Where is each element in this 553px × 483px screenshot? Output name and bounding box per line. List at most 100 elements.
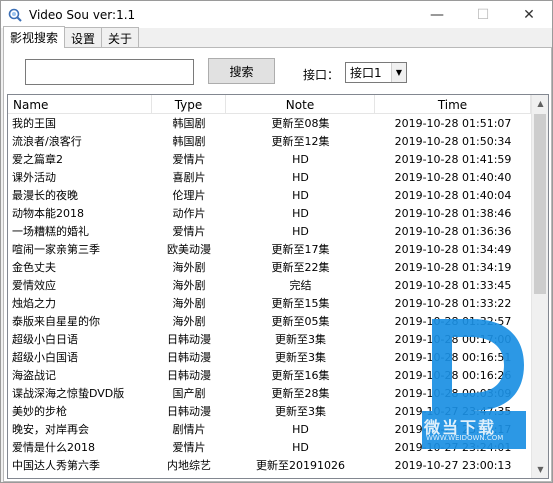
cell-type: 韩国剧 [172,135,206,148]
cell-type: 海外剧 [172,297,206,310]
cell-name: 课外活动 [12,171,56,184]
tab-video-search[interactable]: 影视搜索 [3,26,66,48]
cell-note: HD [292,206,309,220]
title-bar[interactable]: Video Sou ver:1.1 — ☐ ✕ [1,1,552,28]
cell-time: 2019-10-28 00:03:09 [394,386,512,400]
cell-note: 更新至28集 [271,387,330,400]
table-row[interactable]: 动物本能2018 动作片 HD 2019-10-28 01:38:46 [8,204,548,222]
cell-name: 泰版来自星星的你 [12,315,100,328]
cell-note: HD [292,170,309,184]
table-row[interactable]: 课外活动 喜剧片 HD 2019-10-28 01:40:40 [8,168,548,186]
table-row[interactable]: 烛焰之力 海外剧 更新至15集 2019-10-28 01:33:22 [8,294,548,312]
table-row[interactable]: 喧闹一家亲第三季 欧美动漫 更新至17集 2019-10-28 01:34:49 [8,240,548,258]
table-row[interactable]: 海盗战记 日韩动漫 更新至16集 2019-10-28 00:16:26 [8,366,548,384]
table-row[interactable]: 中国达人秀第六季 内地综艺 更新至20191026 2019-10-27 23:00:… [8,456,548,474]
cell-type: 日韩动漫 [167,405,211,418]
list-header: Name Type Note Time [8,95,548,114]
tab-settings[interactable]: 设置 [64,27,103,48]
table-row[interactable]: 爱情效应 海外剧 完结 2019-10-28 01:33:45 [8,276,548,294]
table-row[interactable]: 我的王国 韩国剧 更新至08集 2019-10-28 01:51:07 [8,114,548,132]
cell-note: 更新至15集 [271,297,330,310]
cell-type: 动作片 [172,207,206,220]
cell-note: 完结 [289,279,312,292]
cell-time: 2019-10-28 01:36:36 [394,224,512,238]
cell-name: 爱情效应 [12,279,56,292]
cell-type: 剧情片 [172,423,206,436]
cell-type: 爱情片 [172,225,206,238]
chevron-down-icon[interactable]: ▼ [391,63,406,82]
table-row[interactable]: 泰版来自星星的你 海外剧 更新至05集 2019-10-28 01:32:57 [8,312,548,330]
cell-note: HD [292,152,309,166]
cell-time: 2019-10-28 01:50:34 [394,134,512,148]
cell-type: 爱情片 [172,153,206,166]
cell-type: 海外剧 [172,261,206,274]
cell-note: 更新至12集 [271,135,330,148]
tab-about[interactable]: 关于 [101,27,140,48]
cell-name: 最漫长的夜晚 [12,189,78,202]
cell-type: 喜剧片 [172,171,206,184]
cell-note: 更新至16集 [271,369,330,382]
cell-type: 爱情片 [172,441,206,454]
cell-name: 海盗战记 [12,369,56,382]
table-row[interactable]: 超级小白国语 日韩动漫 更新至3集 2019-10-28 00:16:51 [8,348,548,366]
api-select-value: 接口1 [350,66,382,80]
table-row[interactable]: 流浪者/浪客行 韩国剧 更新至12集 2019-10-28 01:50:34 [8,132,548,150]
cell-time: 2019-10-28 01:51:07 [394,116,512,130]
vertical-scrollbar[interactable]: ▲ ▼ [531,95,548,478]
table-row[interactable]: 金色丈夫 海外剧 更新至22集 2019-10-28 01:34:19 [8,258,548,276]
cell-name: 美妙的步枪 [12,405,67,418]
column-header-name[interactable]: Name [8,95,152,114]
scroll-up-icon[interactable]: ▲ [532,95,548,112]
table-row[interactable]: 最漫长的夜晚 伦理片 HD 2019-10-28 01:40:04 [8,186,548,204]
cell-note: HD [292,422,309,436]
api-select[interactable]: 接口1 ▼ [345,62,407,83]
cell-name: 金色丈夫 [12,261,56,274]
scroll-down-icon[interactable]: ▼ [532,461,548,478]
cell-time: 2019-10-28 01:34:19 [394,260,512,274]
app-logo-icon [7,7,23,23]
app-window: Video Sou ver:1.1 — ☐ ✕ 影视搜索 设置 关于 搜索 接口… [0,0,553,483]
column-header-note[interactable]: Note [226,95,375,114]
table-row[interactable]: 一场糟糕的婚礼 爱情片 HD 2019-10-28 01:36:36 [8,222,548,240]
minimize-button[interactable]: — [414,1,460,28]
table-row[interactable]: 谍战深海之惊蛰DVD版 国产剧 更新至28集 2019-10-28 00:03:09 [8,384,548,402]
cell-name: 动物本能2018 [12,207,84,220]
cell-name: 喧闹一家亲第三季 [12,243,100,256]
search-button[interactable]: 搜索 [208,58,275,84]
cell-name: 中国达人秀第六季 [12,459,100,472]
cell-note: HD [292,224,309,238]
cell-name: 一场糟糕的婚礼 [12,225,89,238]
cell-time: 2019-10-28 01:41:59 [394,152,512,166]
cell-name: 烛焰之力 [12,297,56,310]
scrollbar-thumb[interactable] [534,114,546,294]
table-row[interactable]: 超级小白日语 日韩动漫 更新至3集 2019-10-28 00:17:00 [8,330,548,348]
cell-time: 2019-10-28 01:34:49 [394,242,512,256]
cell-note: 更新至08集 [271,117,330,130]
tab-strip: 影视搜索 设置 关于 [3,26,140,48]
cell-note: 更新至22集 [271,261,330,274]
api-label: 接口： [303,68,340,82]
cell-name: 爱情是什么2018 [12,441,95,454]
cell-note: 更新至3集 [275,351,326,364]
maximize-button[interactable]: ☐ [460,1,506,28]
search-input[interactable] [25,59,194,85]
cell-time: 2019-10-28 01:40:04 [394,188,512,202]
cell-time: 2019-10-28 01:33:22 [394,296,512,310]
table-row[interactable]: 爱之篇章2 爱情片 HD 2019-10-28 01:41:59 [8,150,548,168]
cell-name: 我的王国 [12,117,56,130]
cell-time: 2019-10-28 01:32:57 [394,314,512,328]
cell-name: 谍战深海之惊蛰DVD版 [12,387,125,400]
cell-name: 爱之篇章2 [12,153,63,166]
cell-time: 2019-10-28 01:40:40 [394,170,512,184]
cell-note: 更新至17集 [271,243,330,256]
cell-note: HD [292,188,309,202]
cell-type: 韩国剧 [172,117,206,130]
column-header-time[interactable]: Time [375,95,531,114]
watermark-url: WWW.WEIDOWN.COM [426,434,504,442]
cell-name: 晚安，对岸再会 [12,423,89,436]
cell-time: 2019-10-28 01:38:46 [394,206,512,220]
close-button[interactable]: ✕ [506,1,552,28]
column-header-type[interactable]: Type [152,95,226,114]
cell-time: 2019-10-27 23:00:13 [394,458,512,472]
window-title: Video Sou ver:1.1 [29,7,136,22]
